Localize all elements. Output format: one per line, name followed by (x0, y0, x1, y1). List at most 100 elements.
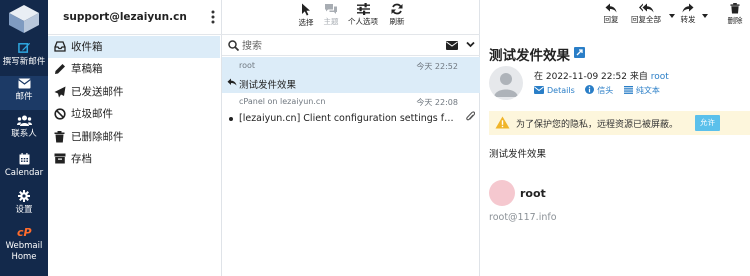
align-justify-icon (623, 86, 633, 94)
message-list-pane: 选择 主题 个人选项 刷新 搜索 root 今天 22:52 测试发件效果 cP… (222, 0, 480, 276)
reply-all-label: 回复全部 (631, 15, 661, 24)
details-label: Details (547, 86, 575, 95)
contacts-icon (16, 115, 32, 126)
message-from: cPanel on lezaiyun.cn (239, 97, 326, 106)
nav-webmail-label-2: Home (11, 252, 37, 262)
forward-dropdown-icon[interactable] (702, 14, 708, 18)
envelope-filter-icon[interactable] (446, 41, 458, 50)
plain-text-label: 纯文本 (635, 86, 660, 95)
paperclip-icon (466, 111, 475, 121)
folder-label: 收件箱 (71, 41, 103, 53)
forward-button[interactable]: 转发 (677, 3, 699, 25)
cpanel-icon: cP (17, 226, 32, 238)
mail-subject: 测试发件效果 (489, 48, 570, 64)
unread-dot-icon (229, 117, 233, 121)
envelope-icon (534, 86, 544, 94)
folder-trash[interactable]: 已删除邮件 (48, 126, 220, 148)
plain-text-link[interactable]: 纯文本 (623, 85, 660, 96)
comments-icon (325, 4, 337, 14)
nav-compose[interactable]: 撰写新邮件 (0, 40, 48, 74)
account-email: support@lezaiyun.cn (63, 11, 187, 23)
details-link[interactable]: Details (534, 86, 575, 95)
trash-icon (730, 3, 740, 14)
compose-icon (17, 42, 30, 53)
folder-pane: support@lezaiyun.cn 收件箱 草稿箱 已发送邮件 垃圾邮件 已… (48, 0, 222, 276)
remote-content-warning: 为了保护您的隐私，远程资源已被屏蔽。 允许 (489, 111, 750, 135)
delete-button[interactable]: 删除 (724, 3, 746, 26)
folder-junk[interactable]: 垃圾邮件 (48, 103, 220, 125)
reply-all-icon (638, 3, 653, 13)
inbox-icon (54, 41, 66, 52)
date-prefix: 在 2022-11-09 22:52 来自 (534, 72, 648, 82)
reply-all-button[interactable]: 回复全部 (626, 3, 666, 25)
folder-label: 存档 (71, 153, 92, 165)
message-row[interactable]: root 今天 22:52 测试发件效果 (222, 57, 480, 93)
signature-email: root@117.info (489, 212, 557, 223)
message-preview-pane: 回复 回复全部 转发 删除 测试发件效果 在 2022-11-09 22:52 … (481, 0, 750, 276)
signature-name: root (520, 187, 546, 200)
folder-sent[interactable]: 已发送邮件 (48, 81, 220, 103)
options-label: 个人选项 (348, 17, 378, 26)
archive-icon (54, 153, 66, 164)
list-options-button[interactable]: 个人选项 (344, 3, 382, 27)
account-header: support@lezaiyun.cn (48, 0, 222, 35)
refresh-button[interactable]: 刷新 (386, 3, 408, 27)
headers-link[interactable]: 信头 (585, 85, 613, 96)
sender-link[interactable]: root (651, 72, 669, 82)
message-date: 今天 22:52 (416, 62, 458, 71)
calendar-icon (19, 153, 29, 165)
nav-calendar[interactable]: Calendar (0, 151, 48, 185)
ban-icon (54, 108, 66, 120)
more-vertical-icon[interactable] (210, 9, 216, 25)
nav-mail[interactable]: 邮件 (0, 76, 48, 110)
forward-icon (682, 3, 694, 13)
folder-archive[interactable]: 存档 (48, 148, 220, 170)
reply-button[interactable]: 回复 (600, 3, 622, 25)
folder-label: 草稿箱 (71, 63, 103, 75)
chevron-down-icon[interactable] (466, 41, 475, 48)
reply-label: 回复 (603, 15, 619, 24)
open-in-new-window-icon[interactable] (574, 47, 585, 58)
nav-compose-label: 撰写新邮件 (2, 57, 46, 67)
message-subject: [lezaiyun.cn] Client configuration setti… (239, 113, 457, 124)
folder-drafts[interactable]: 草稿箱 (48, 58, 220, 80)
paper-plane-icon (54, 86, 66, 98)
reply-icon (605, 3, 617, 13)
folder-inbox[interactable]: 收件箱 (48, 36, 220, 58)
pencil-icon (55, 64, 65, 74)
refresh-label: 刷新 (389, 17, 405, 26)
search-icon (228, 40, 239, 51)
select-button[interactable]: 选择 (294, 3, 318, 28)
logo[interactable] (3, 3, 45, 35)
message-subject: 测试发件效果 (239, 80, 297, 91)
nav-contacts[interactable]: 联系人 (0, 113, 48, 147)
gear-icon (18, 190, 30, 202)
search-input[interactable] (242, 38, 442, 54)
reply-all-dropdown-icon[interactable] (669, 14, 675, 18)
search-bar (222, 36, 480, 56)
sliders-icon (356, 3, 370, 15)
trash-icon (54, 131, 65, 143)
message-from: root (239, 61, 256, 70)
folder-label: 已发送邮件 (71, 86, 124, 98)
message-body: 测试发件效果 (489, 149, 547, 160)
folder-label: 垃圾邮件 (71, 108, 113, 120)
allow-remote-button[interactable]: 允许 (695, 115, 720, 131)
replied-icon (227, 78, 237, 86)
cursor-icon (302, 3, 310, 16)
nav-calendar-label: Calendar (4, 168, 44, 178)
folder-label: 已删除邮件 (71, 131, 124, 143)
thread-label: 主题 (323, 17, 339, 26)
message-date: 今天 22:08 (416, 98, 458, 107)
sender-line: 在 2022-11-09 22:52 来自 root (534, 69, 669, 82)
message-row[interactable]: cPanel on lezaiyun.cn 今天 22:08 [lezaiyun… (222, 93, 480, 129)
nav-settings[interactable]: 设置 (0, 188, 48, 222)
select-label: 选择 (298, 18, 314, 27)
signature-avatar (489, 180, 515, 206)
avatar (489, 66, 523, 100)
delete-label: 删除 (727, 16, 743, 25)
forward-label: 转发 (680, 15, 696, 24)
envelope-icon (17, 78, 31, 89)
nav-webmail-home[interactable]: cP Webmail Home (0, 226, 48, 266)
thread-button[interactable]: 主题 (320, 3, 342, 27)
